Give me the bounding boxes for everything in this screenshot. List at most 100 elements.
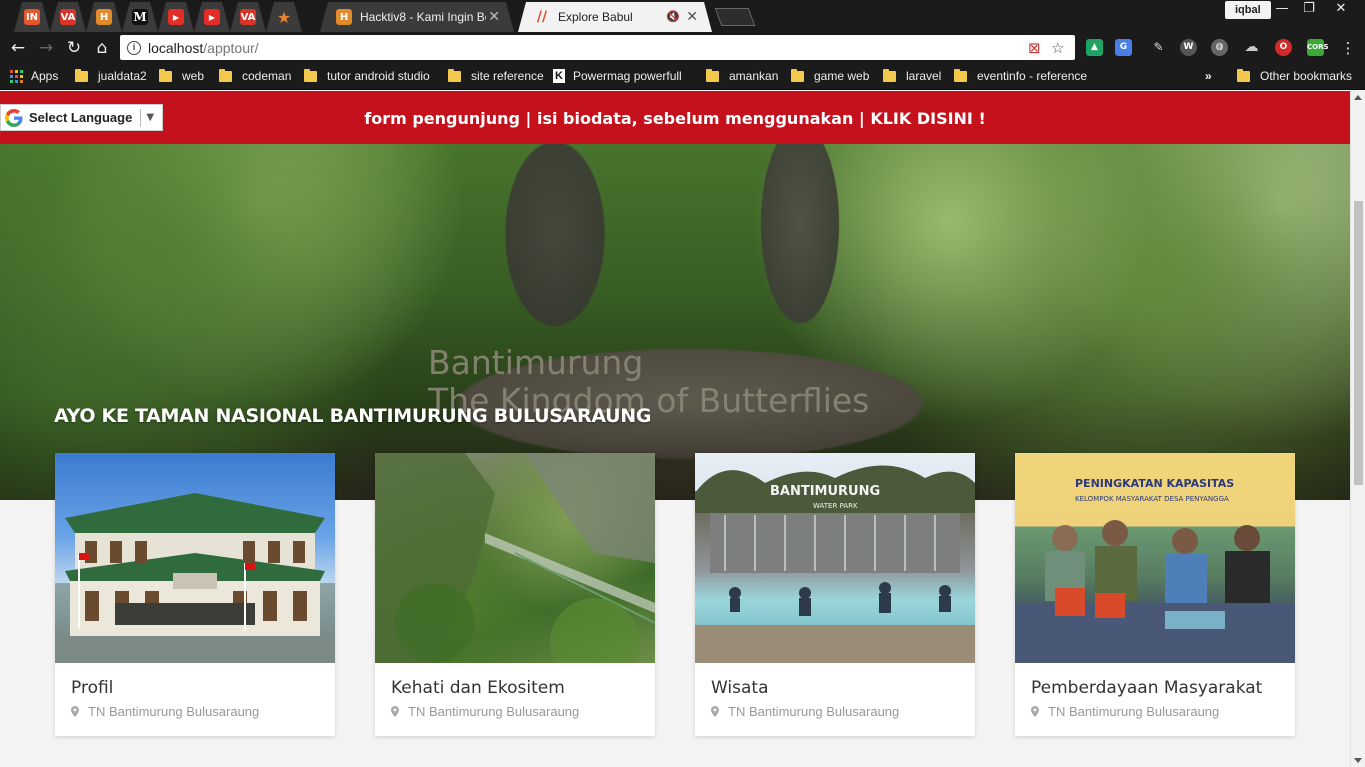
bookmark-folder[interactable]: eventinfo - reference xyxy=(954,68,1087,84)
card-title[interactable]: Profil xyxy=(71,678,113,698)
card-title[interactable]: Kehati dan Ekositem xyxy=(391,678,565,698)
blocked-popup-icon[interactable]: ⊠ xyxy=(1028,39,1041,57)
map-pin-icon xyxy=(1031,706,1039,717)
k-icon: K xyxy=(553,69,565,83)
folder-icon xyxy=(448,68,461,82)
menu-icon[interactable]: ⋮ xyxy=(1337,37,1359,59)
globe-icon[interactable]: ◍ xyxy=(1211,39,1228,56)
close-icon[interactable]: ✕ xyxy=(488,9,500,25)
address-bar[interactable]: i localhost/apptour/ ⊠ ☆ xyxy=(120,35,1075,60)
card-title[interactable]: Pemberdayaan Masyarakat xyxy=(1031,678,1262,698)
folder-icon xyxy=(706,68,719,82)
drive-icon[interactable]: ▲ xyxy=(1086,39,1103,56)
banner-link[interactable]: form pengunjung | isi biodata, sebelum m… xyxy=(0,109,1350,128)
hero-title: AYO KE TAMAN NASIONAL BANTIMURUNG BULUSA… xyxy=(54,405,652,427)
water-park-sign-sub: WATER PARK xyxy=(813,502,858,510)
tab-hacktiv8[interactable]: H Hacktiv8 - Kami Ingin Bel ✕ xyxy=(320,2,514,32)
pinned-tab[interactable]: VA xyxy=(50,2,86,32)
other-bookmarks[interactable]: Other bookmarks xyxy=(1237,68,1352,84)
chevron-down-icon: ▼ xyxy=(146,112,155,123)
map-pin-icon xyxy=(711,706,719,717)
meeting-banner-sub: KELOMPOK MASYARAKAT DESA PENYANGGA xyxy=(1075,495,1229,503)
bookmarks-bar: Apps jualdata2 web codeman tutor android… xyxy=(0,62,1365,90)
bookmark-folder[interactable]: tutor android studio xyxy=(304,68,430,84)
pinned-tab[interactable]: ▶ xyxy=(194,2,230,32)
apps-icon xyxy=(10,69,23,83)
wordpress-icon[interactable]: W xyxy=(1180,39,1197,56)
scroll-up-icon[interactable] xyxy=(1354,95,1362,100)
new-tab-button[interactable] xyxy=(714,8,756,26)
home-icon[interactable]: ⌂ xyxy=(91,37,113,59)
card-pemberdayaan[interactable]: PENINGKATAN KAPASITAS KELOMPOK MASYARAKA… xyxy=(1015,453,1295,736)
restore-icon[interactable]: ❐ xyxy=(1294,0,1324,18)
folder-icon xyxy=(954,68,967,82)
scroll-thumb[interactable] xyxy=(1354,201,1363,485)
eyedropper-icon[interactable]: ✎ xyxy=(1150,39,1167,56)
minimize-icon[interactable]: — xyxy=(1267,0,1297,18)
card-kehati[interactable]: Kehati dan Ekositem TN Bantimurung Bulus… xyxy=(375,453,655,736)
address-url[interactable]: localhost/apptour/ xyxy=(148,40,259,56)
forward-icon[interactable]: → xyxy=(35,37,57,59)
pinned-tab[interactable]: IN xyxy=(14,2,50,32)
bookmark-folder[interactable]: jualdata2 xyxy=(75,68,147,84)
hero-image: Bantimurung The Kingdom of Butterflies xyxy=(0,144,1350,500)
pinned-tab[interactable]: VA xyxy=(230,2,266,32)
card-image-community-meeting: PENINGKATAN KAPASITAS KELOMPOK MASYARAKA… xyxy=(1015,453,1295,663)
visitor-form-banner[interactable]: form pengunjung | isi biodata, sebelum m… xyxy=(0,91,1350,144)
youtube-icon: ▶ xyxy=(168,9,184,25)
card-image-water-park: BANTIMURUNG WATER PARK xyxy=(695,453,975,663)
language-select[interactable]: Select Language ▼ xyxy=(0,104,163,131)
pinned-tab[interactable]: ★ xyxy=(266,2,302,32)
bug-icon: H xyxy=(336,9,352,25)
folder-icon xyxy=(883,68,896,82)
va-icon: VA xyxy=(240,9,256,25)
card-image-office-building xyxy=(55,453,335,663)
pinned-tab[interactable]: M xyxy=(122,2,158,32)
bookmark-star-icon[interactable]: ☆ xyxy=(1051,39,1064,57)
meeting-banner-text: PENINGKATAN KAPASITAS xyxy=(1075,477,1234,490)
close-icon[interactable]: ✕ xyxy=(686,9,698,25)
card-location: TN Bantimurung Bulusaraung xyxy=(1031,704,1219,719)
bookmark-folder[interactable]: amankan xyxy=(706,68,778,84)
card-profil[interactable]: Profil TN Bantimurung Bulusaraung xyxy=(55,453,335,736)
close-window-icon[interactable]: ✕ xyxy=(1326,0,1356,18)
cloud-icon[interactable]: ☁ xyxy=(1243,39,1260,56)
scroll-down-icon[interactable] xyxy=(1354,758,1362,763)
bookmark-folder[interactable]: web xyxy=(159,68,204,84)
profile-button[interactable]: iqbal xyxy=(1225,1,1271,19)
page-viewport: Bantimurung The Kingdom of Butterflies A… xyxy=(0,91,1350,767)
bug-icon: H xyxy=(96,9,112,25)
tab-explore-babul[interactable]: // Explore Babul 🔇 ✕ xyxy=(518,2,712,32)
folder-icon xyxy=(1237,68,1250,82)
bookmark-folder[interactable]: codeman xyxy=(219,68,291,84)
tab-label: Explore Babul xyxy=(558,10,633,24)
youtube-icon: ▶ xyxy=(204,9,220,25)
card-location: TN Bantimurung Bulusaraung xyxy=(391,704,579,719)
card-title[interactable]: Wisata xyxy=(711,678,769,698)
google-icon xyxy=(5,108,23,127)
bookmark-apps[interactable]: Apps xyxy=(10,68,58,84)
translate-ext-icon[interactable]: G xyxy=(1115,39,1132,56)
bookmark-folder[interactable]: site reference xyxy=(448,68,544,84)
map-pin-icon xyxy=(391,706,399,717)
info-icon[interactable]: i xyxy=(127,40,141,55)
pinned-tab[interactable]: ▶ xyxy=(158,2,194,32)
cors-icon[interactable]: CORS xyxy=(1307,39,1329,56)
bookmark-folder[interactable]: game web xyxy=(791,68,869,84)
bookmark-folder[interactable]: laravel xyxy=(883,68,941,84)
bookmarks-overflow-button[interactable]: » xyxy=(1205,68,1212,84)
map-pin-icon xyxy=(71,706,79,717)
tab-label: Hacktiv8 - Kami Ingin Bel xyxy=(360,10,486,24)
water-park-sign: BANTIMURUNG xyxy=(770,484,880,499)
bookmark-powermag[interactable]: K Powermag powerfull xyxy=(553,68,685,84)
pinned-tab[interactable]: H xyxy=(86,2,122,32)
page-scrollbar[interactable] xyxy=(1350,91,1365,767)
opera-icon[interactable]: O xyxy=(1275,39,1292,56)
reload-icon[interactable]: ↻ xyxy=(63,37,85,59)
back-icon[interactable]: ← xyxy=(7,37,29,59)
mute-icon[interactable]: 🔇 xyxy=(666,10,680,23)
folder-icon xyxy=(304,68,317,82)
idn-icon: IN xyxy=(24,9,40,25)
folder-icon xyxy=(219,68,232,82)
card-wisata[interactable]: BANTIMURUNG WATER PARK Wisata TN Bantimu… xyxy=(695,453,975,736)
